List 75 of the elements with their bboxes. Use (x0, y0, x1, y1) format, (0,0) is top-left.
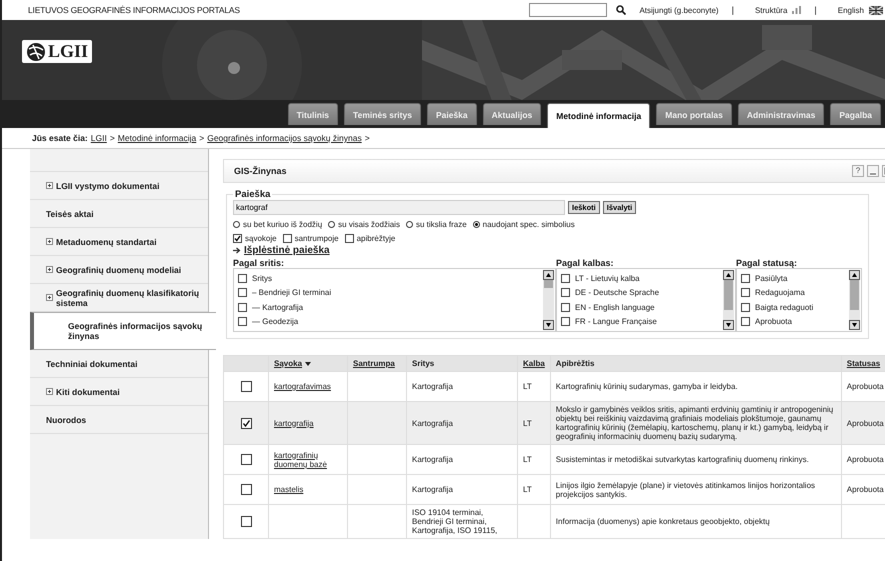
portal-title: LIETUVOS GEOGRAFINĖS INFORMACIJOS PORTALAS (28, 5, 240, 15)
table-cell: Aprobuota (846, 382, 884, 391)
sidebar-item[interactable]: LGII vystymo dokumentai (30, 172, 208, 200)
breadcrumb-link[interactable]: Geografinės informacijos sąvokų žinynas (207, 133, 362, 143)
checkbox-label: Sritys (252, 274, 272, 283)
checkbox-label: sąvokoje (245, 234, 277, 243)
header-link[interactable]: Atsijungti (g.beconyte) (639, 6, 719, 14)
checkbox-label: — Kartografija (252, 302, 304, 312)
table-cell: ISO 19104 terminai, Bendrieji GI terminai, Kartografija, ISO 19115, (412, 508, 498, 535)
checkbox-label: LT - Lietuvių kalba (575, 274, 640, 283)
filter-list[interactable]: Sritys – Bendrieji GI terminai — Kartografija — Geodezija (233, 268, 556, 332)
radio-label: su bet kuriuo iš žodžių (243, 220, 322, 229)
breadcrumb-link[interactable]: Metodinė informacija (118, 133, 196, 143)
table-cell: Informacija (duomenys) apie konkretaus geoobjekto, objektų (556, 517, 770, 526)
table-cell: Aprobuota (846, 455, 884, 464)
checkbox-label: – Bendrieji GI terminai (252, 288, 332, 298)
column-header: Sritys (412, 359, 434, 368)
table-cell: Kartografinių kūrinių sudarymas, gamyba ir leidyba. (556, 382, 738, 391)
checkbox-label: santrumpoje (294, 234, 339, 243)
radio-label: su tikslia fraze (416, 220, 467, 229)
sidebar-item[interactable]: Techniniai dokumentai (30, 350, 208, 378)
table-cell: Kartografija (412, 485, 453, 494)
header-link[interactable]: Struktūra (754, 6, 788, 14)
term-link[interactable]: kartografija (274, 418, 314, 428)
filter-title: Pagal sritis: (233, 258, 286, 268)
sidebar-item[interactable]: Geografinių duomenų modeliai (30, 256, 208, 284)
link-separator: | (732, 5, 734, 15)
breadcrumb-label: Jūs esate čia: (32, 133, 88, 143)
sidebar-item[interactable]: Kiti dokumentai (30, 378, 208, 406)
sidebar-item[interactable]: Metaduomenų standartai (30, 228, 208, 256)
column-header: Apibrėžtis (556, 359, 594, 368)
table-cell: Kartografija (412, 418, 453, 428)
search-legend: Paieška (233, 189, 272, 200)
portlet-title: GIS-Žinynas (234, 166, 287, 176)
sidebar-item[interactable]: Geografinės informacijos sąvokų žinynas (30, 312, 216, 350)
filter-title: Pagal statusą: (736, 258, 798, 268)
table-cell: Aprobuota (846, 485, 884, 494)
checkbox-label: apibrėžtyje (356, 234, 396, 243)
table-cell: Kartografija (412, 455, 453, 464)
term-link[interactable]: mastelis (274, 485, 304, 494)
sidebar-item[interactable]: Nuorodos (30, 406, 208, 434)
table-cell: LT (523, 382, 532, 391)
help-button[interactable]: ? (852, 165, 864, 177)
advanced-search-link[interactable]: Išplėstinė paieška (244, 245, 330, 256)
checkbox-label: Baigta redaguoti (755, 302, 814, 312)
table-cell: Linijos ilgio žemėlapyje (plane) ir vietovės atitinkamos linijos horizontalios projekcijos santykis. (556, 480, 816, 498)
checkbox-label: EN - English language (575, 302, 655, 312)
sidebar-item[interactable]: Teisės aktai (30, 200, 208, 228)
logo[interactable]: LGII (22, 40, 92, 63)
breadcrumb-link[interactable]: LGII (90, 133, 107, 143)
table-cell: Kartografija (412, 382, 453, 391)
link-separator: | (814, 5, 817, 15)
checkbox-label: Redaguojama (755, 288, 805, 298)
breadcrumb-separator: > (364, 133, 370, 143)
radio-label: su visais žodžiais (338, 220, 400, 229)
table-cell: Mokslo ir gamybinės veiklos sritis, apimanti erdvinių gamtinių ir antropogeninių objektų bei reiškinių vaizdavimą grafiniais modeliais plokštumoje, gaunamų kartografinių kūrinių (žemėlapių, kartoschemų, planų ir kt.) gamybą, leidybą ir geografinių informacinių duomenų bazių sudarymą. (556, 405, 834, 441)
table-cell: LT (523, 455, 532, 464)
table-cell: LT (523, 485, 532, 494)
search-input[interactable]: kartograf (233, 200, 565, 215)
radio-label: naudojant spec. simbolius (482, 220, 575, 229)
filter-list[interactable]: Pasiūlyta Redaguojama Baigta redaguoti Aprobuota (736, 268, 862, 332)
filter-title: Pagal kalbas: (556, 258, 615, 268)
checkbox-label: — Geodezija (252, 317, 298, 326)
header-link[interactable]: English (838, 6, 864, 14)
filter-list[interactable]: LT - Lietuvių kalba DE - Deutsche Sprache EN - English language FR - Langue Française (556, 268, 736, 332)
checkbox-label: Pasiūlyta (755, 274, 788, 283)
nav-tab[interactable]: Metodinė informacija (547, 103, 650, 128)
table-cell: Aprobuota (846, 418, 884, 428)
table-cell: LT (523, 418, 532, 428)
checkbox-label: FR - Langue Française (575, 317, 657, 326)
table-cell: Susistemintas ir metodiškai sutvarkytas kartografinių duomenų rinkinys. (556, 455, 809, 464)
breadcrumb-separator: > (110, 133, 115, 143)
checkbox-label: Aprobuota (755, 317, 792, 326)
checkbox-label: DE - Deutsche Sprache (575, 288, 660, 298)
breadcrumb-separator: > (199, 133, 204, 143)
